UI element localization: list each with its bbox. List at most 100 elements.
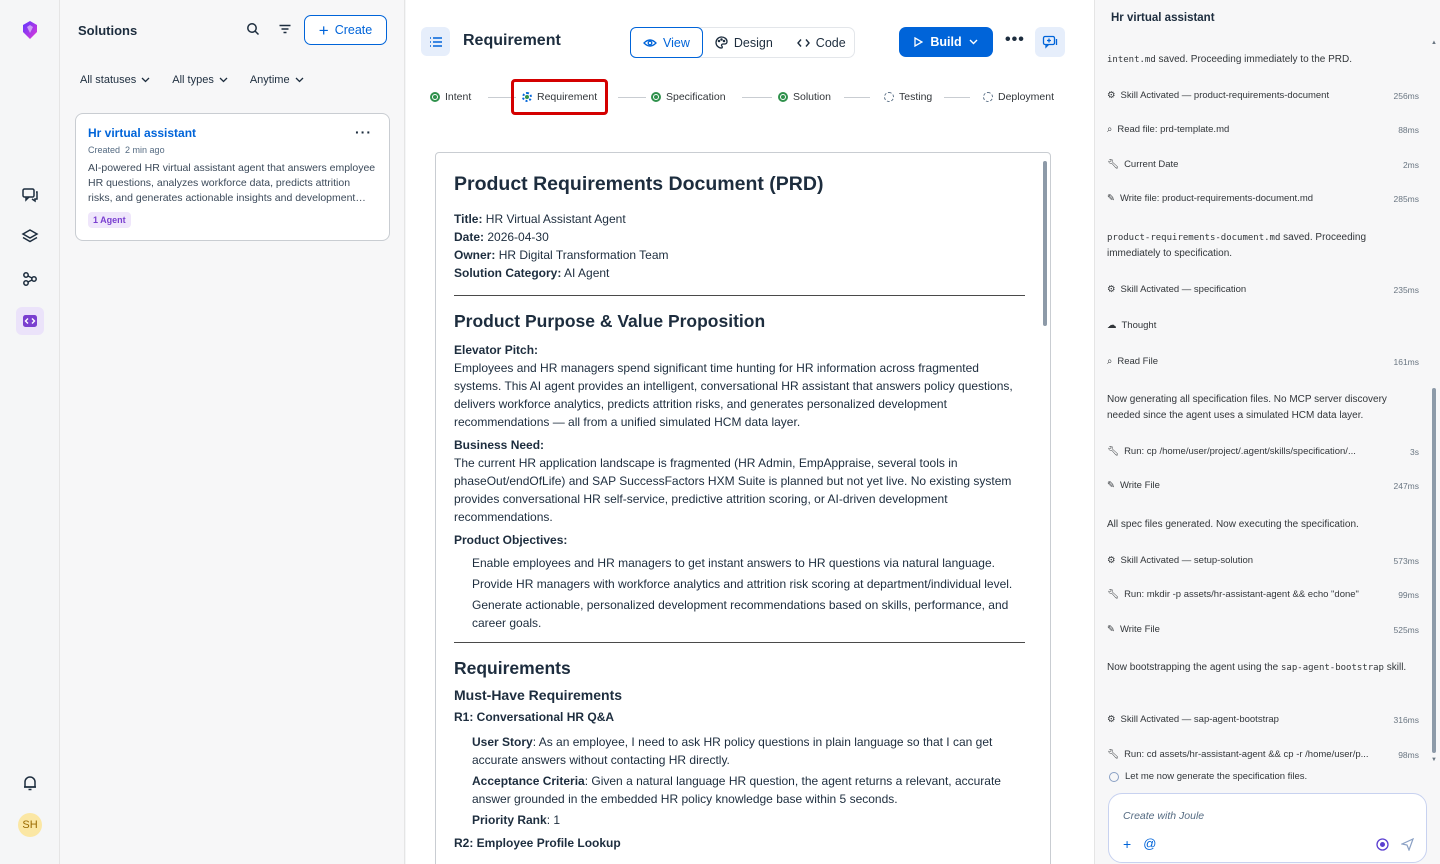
need-label: Business Need: <box>454 438 545 452</box>
progress-stepper: Intent Requirement Specification Solutio… <box>430 79 1070 115</box>
chat-icon[interactable] <box>18 183 42 207</box>
record-icon[interactable] <box>1376 838 1389 851</box>
log-entry[interactable]: ⚙ Skill Activated — sap-agent-bootstrap 31… <box>1107 714 1419 725</box>
joule-panel-toggle-icon[interactable] <box>1035 27 1065 57</box>
log-entry[interactable]: ✎ Write File 525ms <box>1107 624 1419 635</box>
step-testing[interactable]: Testing <box>884 82 932 112</box>
log-entry[interactable]: ✎ Write file: product-requirements-docume… <box>1107 193 1419 204</box>
solutions-panel: Solutions + Create All statuses All type… <box>60 0 405 864</box>
scroll-up-icon[interactable]: ▲ <box>1431 40 1437 46</box>
user-story: User Story: As an employee, I need to as… <box>472 735 993 767</box>
send-icon[interactable] <box>1401 838 1414 851</box>
connections-icon[interactable] <box>18 267 42 291</box>
chevron-down-icon <box>141 77 150 83</box>
section-heading: Requirements <box>454 658 571 678</box>
skill-icon: ⚙ <box>1107 284 1116 295</box>
card-description: AI-powered HR virtual assistant agent th… <box>88 162 376 204</box>
filter-icon[interactable] <box>278 22 292 39</box>
card-meta: Created 2 min ago <box>88 145 165 155</box>
tab-view[interactable]: View <box>630 27 703 58</box>
code-icon[interactable] <box>16 307 44 335</box>
search-icon[interactable] <box>246 22 260 39</box>
done-icon <box>651 92 661 102</box>
tab-code[interactable]: Code <box>785 27 858 58</box>
doc-title: Product Requirements Document (PRD) <box>454 173 824 195</box>
tab-design[interactable]: Design <box>703 27 785 58</box>
log-message: intent.md saved. Proceeding immediately … <box>1107 54 1352 65</box>
search-icon: ⌕ <box>1107 356 1113 367</box>
view-switcher: View Design Code <box>630 27 855 58</box>
pitch-label: Elevator Pitch: <box>454 343 539 357</box>
step-specification[interactable]: Specification <box>651 82 726 112</box>
doc-meta: Title: HR Virtual Assistant Agent Date: … <box>454 212 669 280</box>
filter-label: All types <box>172 74 214 86</box>
log-entry[interactable]: ⚙ Skill Activated — product-requirements-… <box>1107 90 1419 101</box>
pending-icon <box>884 92 894 102</box>
wrench-icon: 🔧︎ <box>1107 589 1120 600</box>
chat-input-box[interactable]: Create with Joule + @ <box>1108 793 1427 863</box>
code-brackets-icon <box>796 38 810 47</box>
solution-card[interactable]: Hr virtual assistant ··· Created 2 min a… <box>75 113 390 241</box>
scrollbar[interactable] <box>1432 388 1436 753</box>
log-entry[interactable]: 🔧︎ Run: cd assets/hr-assistant-agent && c… <box>1107 749 1419 760</box>
done-icon <box>778 92 788 102</box>
filter-bar: All statuses All types Anytime <box>80 74 304 86</box>
pitch-text: Employees and HR managers spend signific… <box>454 361 1013 429</box>
skill-icon: ⚙ <box>1107 90 1116 101</box>
requirement-title: R1: Conversational HR Q&A <box>454 710 615 724</box>
in-progress-icon <box>522 92 532 102</box>
wrench-icon: 🔧︎ <box>1107 446 1120 457</box>
objectives-list: Enable employees and HR managers to get … <box>454 554 1050 632</box>
time-filter[interactable]: Anytime <box>250 74 304 86</box>
skill-icon: ⚙ <box>1107 714 1116 725</box>
log-entry[interactable]: 🔧︎ Run: cp /home/user/project/.agent/skil… <box>1107 446 1419 457</box>
build-button[interactable]: Build <box>899 27 993 57</box>
write-file-icon: ✎ <box>1107 480 1115 491</box>
scroll-down-icon[interactable]: ▼ <box>1431 757 1437 763</box>
chevron-down-icon <box>295 77 304 83</box>
plus-icon[interactable]: + <box>1123 836 1131 852</box>
list-item: Enable employees and HR managers to get … <box>472 556 995 570</box>
write-file-icon: ✎ <box>1107 624 1115 635</box>
layers-icon[interactable] <box>18 225 42 249</box>
step-deployment[interactable]: Deployment <box>983 82 1054 112</box>
more-icon[interactable]: ··· <box>355 124 372 140</box>
play-icon <box>914 37 924 47</box>
chat-input[interactable]: Create with Joule <box>1123 810 1204 822</box>
list-icon[interactable] <box>421 27 450 56</box>
avatar[interactable]: SH <box>18 813 42 837</box>
mention-icon[interactable]: @ <box>1143 836 1156 852</box>
list-item: Generate actionable, personalized develo… <box>472 598 1009 630</box>
log-entry[interactable]: ☁ Thought <box>1107 320 1419 331</box>
log-entry[interactable]: 🔧︎ Run: mkdir -p assets/hr-assistant-agen… <box>1107 589 1419 600</box>
log-entry[interactable]: 🔧︎ Current Date 2ms <box>1107 159 1419 170</box>
objectives-label: Product Objectives: <box>454 533 568 547</box>
list-item: Provide HR managers with workforce analy… <box>472 577 1013 591</box>
log-entry[interactable]: ✎ Write File 247ms <box>1107 480 1419 491</box>
bell-icon[interactable] <box>18 771 42 795</box>
search-icon: ⌕ <box>1107 124 1113 135</box>
scrollbar[interactable] <box>1043 161 1047 326</box>
step-solution[interactable]: Solution <box>778 82 831 112</box>
create-button[interactable]: + Create <box>304 15 387 45</box>
log-entry[interactable]: ⌕ Read file: prd-template.md 88ms <box>1107 124 1419 135</box>
step-requirement[interactable]: Requirement <box>510 79 609 115</box>
chat-actions <box>1376 838 1414 851</box>
spinner-icon <box>1109 771 1119 782</box>
agent-badge: 1 Agent <box>88 212 131 228</box>
joule-logo-icon[interactable] <box>18 18 42 42</box>
create-label: Create <box>334 23 373 37</box>
chevron-down-icon <box>219 77 228 83</box>
chat-tools: + @ <box>1123 836 1156 852</box>
status-filter[interactable]: All statuses <box>80 74 150 86</box>
step-intent[interactable]: Intent <box>430 82 471 112</box>
prd-document[interactable]: Product Requirements Document (PRD) Titl… <box>435 152 1051 864</box>
log-entry[interactable]: ⚙ Skill Activated — setup-solution 573ms <box>1107 555 1419 566</box>
log-entry[interactable]: ⚙ Skill Activated — specification 235ms <box>1107 284 1419 295</box>
card-title[interactable]: Hr virtual assistant <box>88 126 377 140</box>
more-icon[interactable]: ••• <box>1005 31 1025 49</box>
panel-title: Hr virtual assistant <box>1111 12 1215 24</box>
log-entry[interactable]: ⌕ Read File 161ms <box>1107 356 1419 367</box>
type-filter[interactable]: All types <box>172 74 228 86</box>
priority-rank: Priority Rank: 1 <box>472 813 561 827</box>
